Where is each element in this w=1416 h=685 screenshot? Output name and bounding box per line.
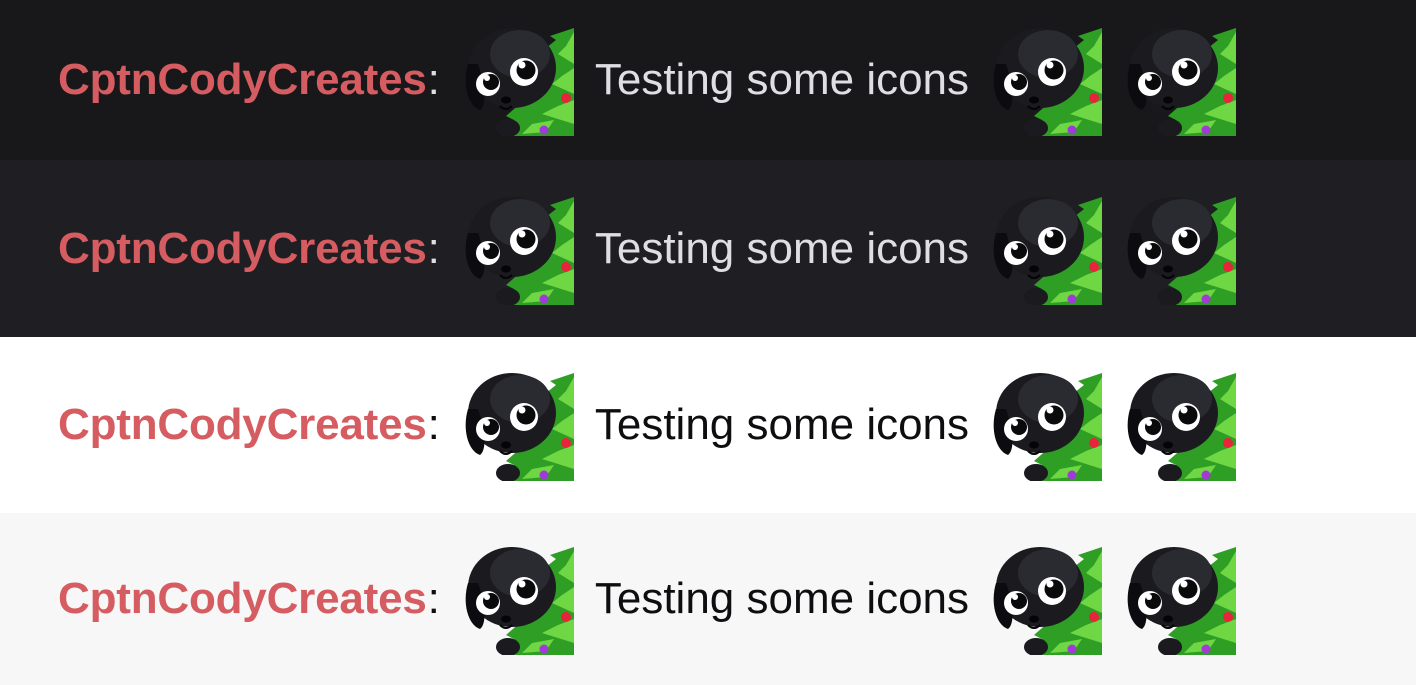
chat-preview-list: CptnCodyCreates : Testing some icons Cpt… <box>0 0 1416 685</box>
separator-colon: : <box>427 223 440 273</box>
puppy-tree-emote-icon[interactable] <box>990 193 1103 305</box>
username[interactable]: CptnCodyCreates <box>58 400 427 450</box>
chat-line-dark-alt: CptnCodyCreates : Testing some icons <box>0 160 1416 337</box>
puppy-tree-emote-icon[interactable] <box>462 193 574 305</box>
puppy-tree-emote-icon[interactable] <box>1124 24 1237 136</box>
puppy-tree-emote-icon[interactable] <box>1124 543 1237 655</box>
separator-colon: : <box>427 574 440 623</box>
message-text: Testing some icons <box>594 574 970 623</box>
chat-line-light: CptnCodyCreates : Testing some icons <box>0 337 1416 513</box>
puppy-tree-emote-icon[interactable] <box>990 543 1103 655</box>
puppy-tree-emote-icon[interactable] <box>462 543 574 655</box>
username[interactable]: CptnCodyCreates <box>58 574 427 624</box>
separator-colon: : <box>427 400 440 449</box>
chat-line-light-alt: CptnCodyCreates : Testing some icons <box>0 513 1416 685</box>
puppy-tree-emote-icon[interactable] <box>462 369 574 481</box>
username[interactable]: CptnCodyCreates <box>58 55 427 105</box>
puppy-tree-emote-icon[interactable] <box>462 24 574 136</box>
separator-colon: : <box>427 55 440 104</box>
message-text: Testing some icons <box>594 55 970 104</box>
chat-line-dark: CptnCodyCreates : Testing some icons <box>0 0 1416 160</box>
puppy-tree-emote-icon[interactable] <box>990 24 1103 136</box>
puppy-tree-emote-icon[interactable] <box>1124 369 1237 481</box>
username[interactable]: CptnCodyCreates <box>58 224 427 274</box>
puppy-tree-emote-icon[interactable] <box>1124 193 1237 305</box>
message-text: Testing some icons <box>594 223 970 273</box>
message-text: Testing some icons <box>594 400 970 449</box>
puppy-tree-emote-icon[interactable] <box>990 369 1103 481</box>
